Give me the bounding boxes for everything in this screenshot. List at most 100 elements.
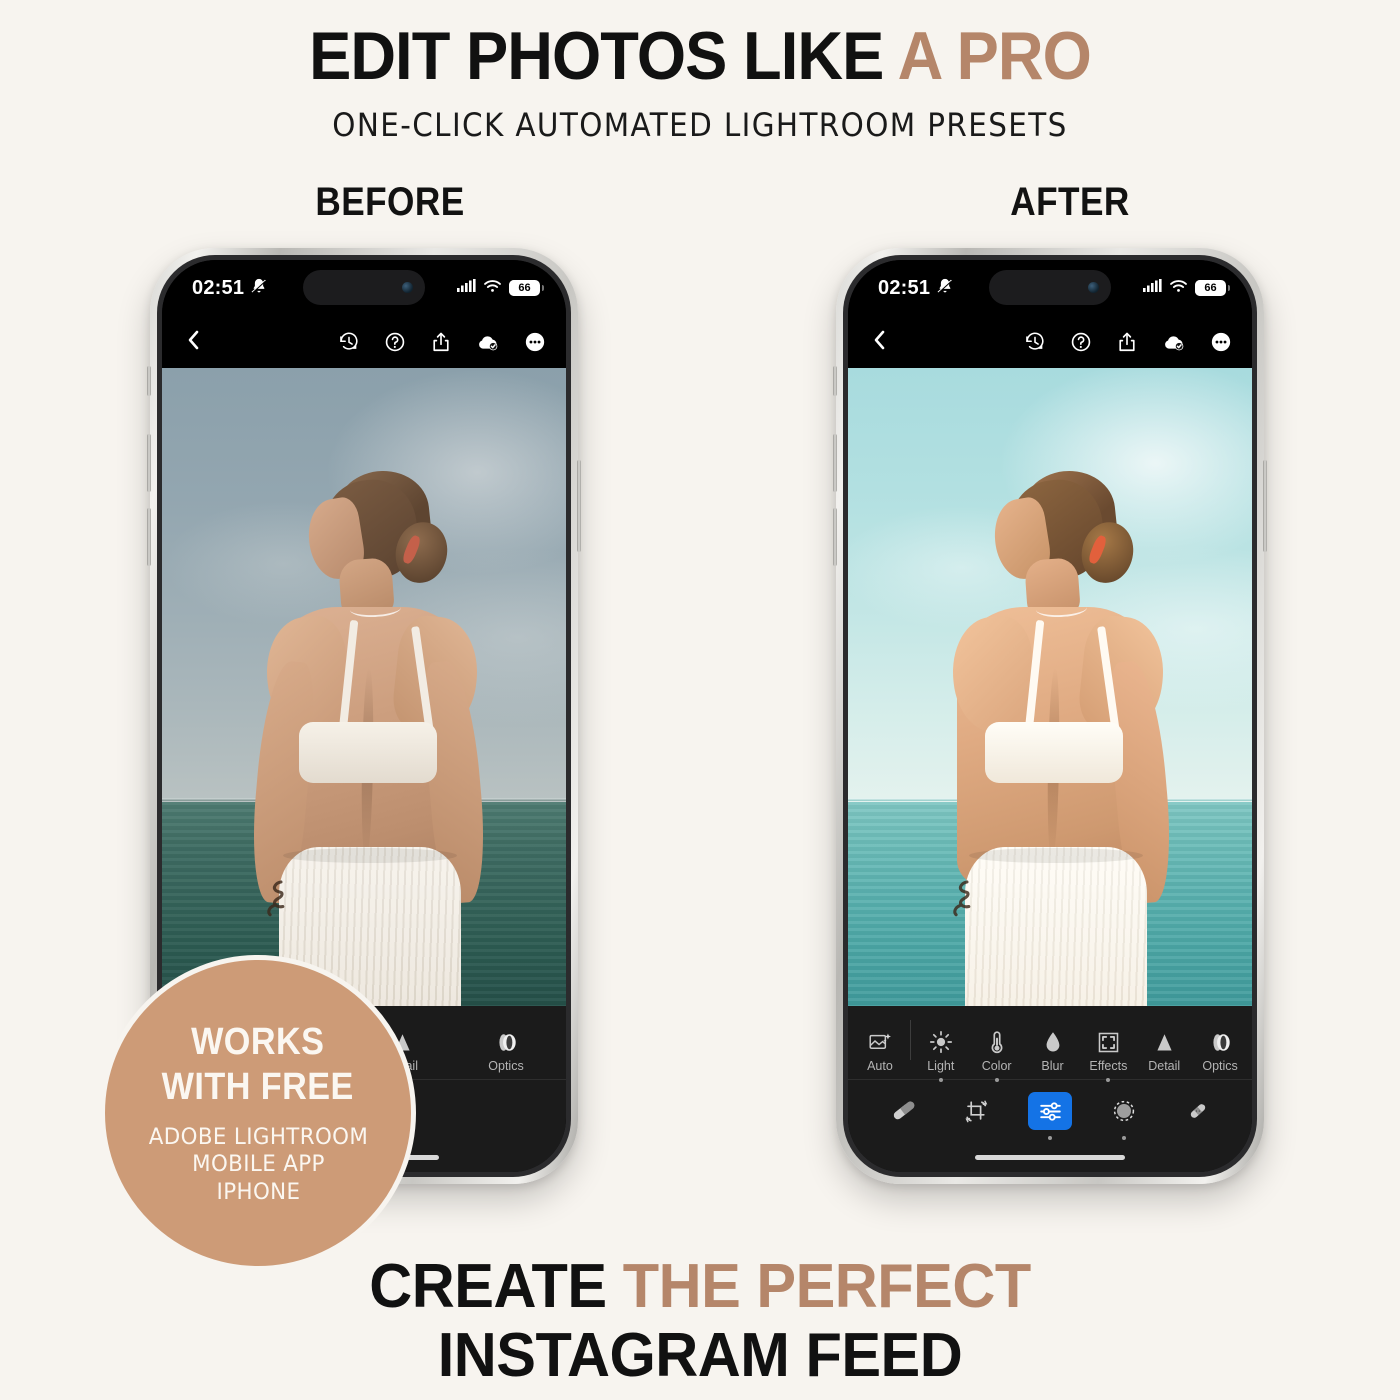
thermometer-icon	[986, 1028, 1008, 1054]
subject-pants-waistband	[283, 847, 457, 864]
phone-mockup-after: 02:51 66 Auto Light Color Blur Effects D…	[833, 248, 1267, 1184]
tool-label: Optics	[1202, 1059, 1238, 1073]
front-camera-icon	[402, 282, 413, 293]
tool-detail[interactable]: Detail	[1136, 1028, 1192, 1073]
share-icon[interactable]	[430, 331, 452, 353]
badge-line-2: WITH FREE	[161, 1065, 355, 1108]
subject-top-garment	[985, 722, 1123, 783]
power-button[interactable]	[1263, 460, 1267, 552]
app-bar-after	[848, 316, 1252, 368]
sun-icon	[929, 1028, 953, 1054]
after-label: AFTER	[1010, 180, 1130, 224]
help-circle-icon[interactable]	[384, 331, 406, 353]
home-indicator-after	[848, 1142, 1252, 1172]
tool-label: Blur	[1041, 1059, 1064, 1073]
healing-button[interactable]	[1176, 1092, 1220, 1130]
share-icon[interactable]	[1116, 331, 1138, 353]
status-time: 02:51	[192, 276, 245, 299]
tool-effects[interactable]: Effects	[1080, 1028, 1136, 1073]
subject-pants-waistband	[969, 847, 1143, 864]
page-title: EDIT PHOTOS LIKE A PRO	[49, 22, 1351, 90]
wifi-icon	[483, 279, 502, 298]
power-button[interactable]	[577, 460, 581, 552]
subject-figure	[848, 368, 1252, 1006]
badge-headline: WORKS WITH FREE	[162, 1020, 354, 1110]
version-history-icon[interactable]	[338, 331, 360, 353]
silent-switch[interactable]	[833, 366, 837, 396]
auto-enhance-icon	[868, 1028, 892, 1054]
frame-brackets-icon	[1097, 1028, 1120, 1054]
subject-tattoo	[261, 866, 297, 936]
tool-label: Light	[927, 1059, 955, 1073]
footer-block: CREATE THE PERFECT INSTAGRAM FEED	[0, 1252, 1400, 1391]
wifi-icon	[1169, 279, 1188, 298]
badge-line-3: ADOBE LIGHTROOM	[148, 1123, 368, 1150]
silent-switch[interactable]	[147, 366, 151, 396]
badge-line-1: WORKS	[191, 1021, 325, 1064]
chevron-left-icon[interactable]	[184, 329, 204, 356]
works-with-free-badge: WORKS WITH FREE ADOBE LIGHTROOM MOBILE A…	[100, 955, 416, 1271]
cellular-signal-icon	[1143, 278, 1162, 298]
cellular-signal-icon	[457, 278, 476, 298]
crop-button[interactable]	[954, 1092, 998, 1130]
adjust-tool-row-after: Auto Light Color Blur Effects Detail Opt…	[848, 1006, 1252, 1080]
phone-bezel-after: 02:51 66 Auto Light Color Blur Effects D…	[843, 255, 1257, 1177]
header-block: EDIT PHOTOS LIKE A PRO ONE-CLICK AUTOMAT…	[0, 22, 1400, 144]
front-camera-icon	[1088, 282, 1099, 293]
home-bar[interactable]	[975, 1154, 1125, 1160]
tool-label: Auto	[867, 1059, 893, 1073]
dynamic-island	[303, 270, 425, 305]
phone-screen-after: 02:51 66 Auto Light Color Blur Effects D…	[848, 260, 1252, 1172]
badge-line-5: IPHONE	[216, 1178, 300, 1205]
mode-row-after	[848, 1080, 1252, 1142]
tool-auto[interactable]: Auto	[852, 1028, 908, 1073]
photo-canvas-after	[848, 368, 1252, 1006]
cloud-synced-icon	[1162, 331, 1186, 353]
editor-toolbar-after: Auto Light Color Blur Effects Detail Opt…	[848, 1006, 1252, 1172]
chevron-left-icon[interactable]	[870, 329, 890, 356]
volume-up-button[interactable]	[147, 434, 151, 492]
battery-percent: 66	[518, 282, 531, 294]
droplet-icon	[1043, 1028, 1063, 1054]
footer-line-1-accent: THE PERFECT	[622, 1252, 1032, 1321]
footer-line-1-main: CREATE	[369, 1252, 623, 1321]
more-ellipsis-icon[interactable]	[1210, 331, 1232, 353]
status-time: 02:51	[878, 276, 931, 299]
tool-label: Effects	[1089, 1059, 1128, 1073]
toolbar-divider	[909, 1019, 911, 1060]
tool-label: Detail	[1148, 1059, 1181, 1073]
presets-button[interactable]	[880, 1092, 924, 1130]
status-bar-before: 02:51 66	[162, 260, 566, 316]
subject-figure	[162, 368, 566, 1006]
battery-indicator: 66	[509, 280, 544, 296]
tool-optics[interactable]: Optics	[1192, 1028, 1248, 1073]
cloud-synced-icon	[476, 331, 500, 353]
version-history-icon[interactable]	[1024, 331, 1046, 353]
badge-subtext: ADOBE LIGHTROOM MOBILE APP IPHONE	[148, 1124, 367, 1206]
triangle-icon	[1153, 1028, 1176, 1054]
tool-label: Optics	[488, 1059, 524, 1073]
edit-button[interactable]	[1028, 1092, 1072, 1130]
volume-up-button[interactable]	[833, 434, 837, 492]
lens-icon	[494, 1028, 519, 1054]
volume-down-button[interactable]	[147, 508, 151, 566]
page-title-main: EDIT PHOTOS LIKE	[309, 18, 898, 94]
battery-percent: 66	[1204, 282, 1217, 294]
photo-after	[848, 368, 1252, 1006]
app-bar-before	[162, 316, 566, 368]
tool-color[interactable]: Color	[969, 1028, 1025, 1073]
tool-optics[interactable]: Optics	[454, 1028, 558, 1073]
subject-top-garment	[299, 722, 437, 783]
battery-indicator: 66	[1195, 280, 1230, 296]
masking-button[interactable]	[1102, 1092, 1146, 1130]
tool-light[interactable]: Light	[913, 1028, 969, 1073]
subject-pants-texture	[965, 846, 1147, 1006]
status-bar-after: 02:51 66	[848, 260, 1252, 316]
volume-down-button[interactable]	[833, 508, 837, 566]
tool-blur[interactable]: Blur	[1025, 1028, 1081, 1073]
more-ellipsis-icon[interactable]	[524, 331, 546, 353]
help-circle-icon[interactable]	[1070, 331, 1092, 353]
page-title-accent: A PRO	[897, 18, 1092, 94]
bell-slash-icon	[250, 277, 268, 300]
footer-line-2: INSTAGRAM FEED	[437, 1321, 963, 1391]
